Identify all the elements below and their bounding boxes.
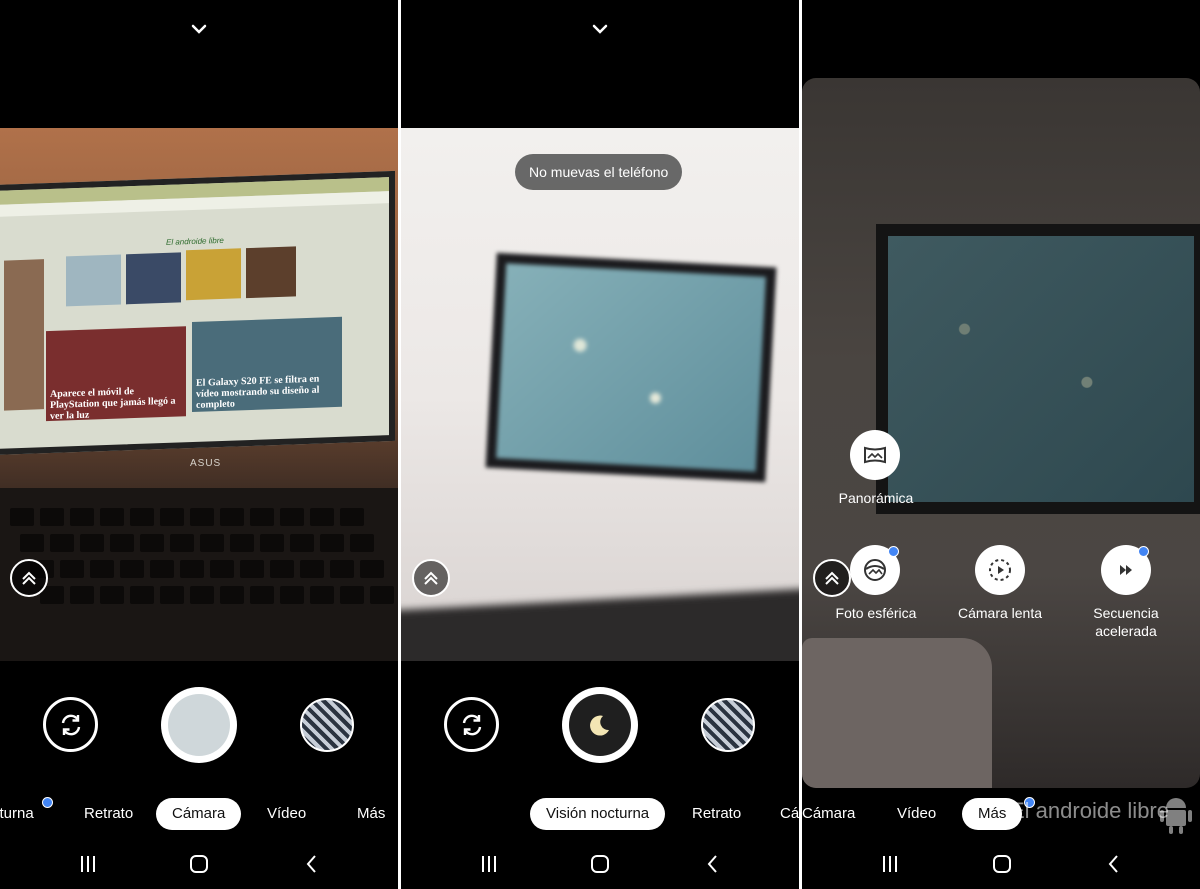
double-chevron-up-icon (424, 571, 438, 585)
back-icon[interactable] (300, 852, 324, 876)
slow-motion-icon (989, 559, 1011, 581)
mode-portrait[interactable]: Retrato (84, 798, 133, 830)
new-badge (888, 546, 899, 557)
mode-camera[interactable]: Cámara (802, 798, 855, 830)
article-headline: Aparece el móvil de PlayStation que jamá… (50, 386, 176, 422)
switch-camera-button[interactable] (43, 697, 98, 752)
expand-modes-button[interactable] (10, 559, 48, 597)
laptop-screen: El androide libre Aparece el móvil de Pl… (0, 170, 395, 456)
recents-icon[interactable] (76, 852, 100, 876)
slow-motion-label: Cámara lenta (957, 605, 1043, 621)
back-icon[interactable] (701, 852, 725, 876)
double-chevron-up-icon (22, 571, 36, 585)
time-lapse-label: Secuencia acelerada (1093, 605, 1159, 639)
mode-camera[interactable]: Cá (780, 798, 799, 830)
android-robot-icon (1160, 798, 1192, 834)
camera-panel-photo: El androide libre Aparece el móvil de Pl… (0, 0, 398, 889)
home-icon[interactable] (187, 852, 211, 876)
slow-motion-button[interactable] (975, 545, 1025, 595)
photo-sphere-icon (864, 559, 886, 581)
mode-video[interactable]: Vídeo (267, 798, 306, 830)
switch-camera-icon (61, 714, 81, 736)
back-icon[interactable] (1102, 852, 1126, 876)
panorama-button[interactable] (850, 430, 900, 480)
camera-panel-night: No muevas el teléfono Visión nocturna Re… (401, 0, 799, 889)
mode-video[interactable]: Vídeo (897, 798, 936, 830)
recents-icon[interactable] (878, 852, 902, 876)
time-lapse-icon (1120, 565, 1132, 575)
article-headline: El Galaxy S20 FE se filtra en vídeo most… (196, 373, 320, 411)
new-badge (1138, 546, 1149, 557)
laptop-keyboard (0, 488, 398, 661)
painting (876, 224, 1200, 514)
camera-panel-more-modes: Panorámica Foto esférica Cámara lenta Se… (802, 0, 1200, 889)
expand-modes-button[interactable] (412, 559, 450, 597)
chevron-down-icon[interactable] (590, 22, 610, 36)
viewfinder[interactable]: No muevas el teléfono (401, 128, 799, 661)
painting (485, 252, 777, 483)
gallery-thumbnail[interactable] (701, 698, 755, 752)
mode-more[interactable]: Más (357, 798, 385, 830)
switch-camera-button[interactable] (444, 697, 499, 752)
mode-night-sight[interactable]: cturna (0, 798, 34, 830)
chevron-down-icon[interactable] (189, 22, 209, 36)
panorama-label: Panorámica (838, 490, 914, 506)
home-icon[interactable] (588, 852, 612, 876)
home-icon[interactable] (990, 852, 1014, 876)
hold-still-toast: No muevas el teléfono (515, 154, 683, 190)
shutter-button[interactable] (161, 687, 237, 763)
switch-camera-icon (462, 714, 482, 736)
mode-night-sight[interactable]: Visión nocturna (530, 798, 666, 830)
mode-camera[interactable]: Cámara (156, 798, 242, 830)
mode-portrait[interactable]: Retrato (692, 798, 741, 830)
gallery-thumbnail[interactable] (300, 698, 354, 752)
site-logo: El androide libre (166, 235, 224, 247)
recents-icon[interactable] (477, 852, 501, 876)
moon-icon (590, 715, 609, 736)
panorama-icon (864, 446, 886, 464)
new-badge (42, 797, 53, 808)
photo-sphere-label: Foto esférica (835, 605, 917, 621)
night-shutter-button[interactable] (562, 687, 638, 763)
laptop-brand: ASUS (190, 458, 222, 469)
viewfinder[interactable]: El androide libre Aparece el móvil de Pl… (0, 128, 398, 661)
watermark-text: El androide libre (1010, 798, 1169, 823)
camera-preview-image: El androide libre Aparece el móvil de Pl… (0, 128, 398, 661)
double-chevron-up-icon (825, 571, 839, 585)
expand-modes-button[interactable] (813, 559, 851, 597)
camera-preview-image (401, 128, 799, 661)
